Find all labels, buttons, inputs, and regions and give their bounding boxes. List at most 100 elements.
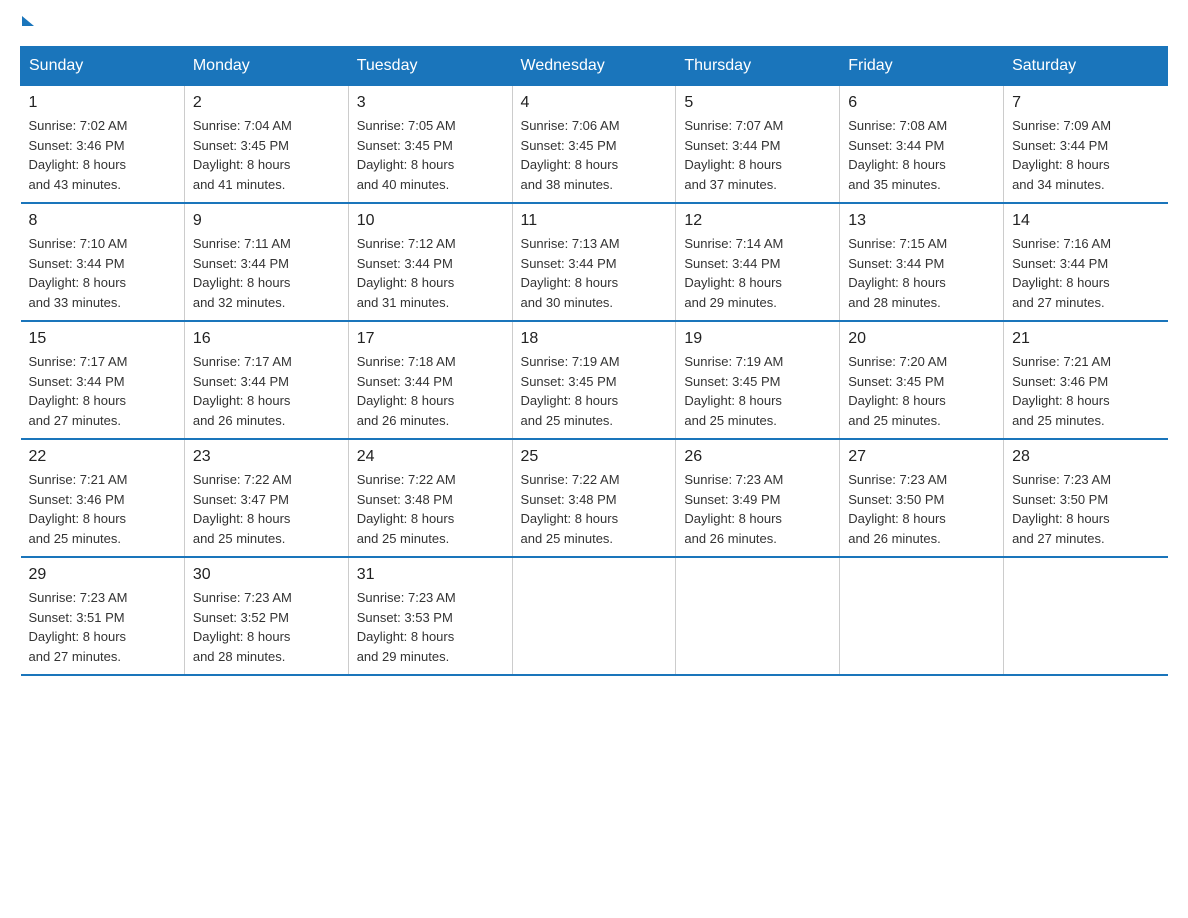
day-info: Sunrise: 7:14 AMSunset: 3:44 PMDaylight:… [684,234,831,312]
calendar-week-row: 8 Sunrise: 7:10 AMSunset: 3:44 PMDayligh… [21,203,1168,321]
day-info: Sunrise: 7:17 AMSunset: 3:44 PMDaylight:… [193,352,340,430]
day-number: 18 [521,330,668,348]
calendar-day-cell: 12 Sunrise: 7:14 AMSunset: 3:44 PMDaylig… [676,203,840,321]
day-number: 8 [29,212,176,230]
calendar-day-cell [840,557,1004,675]
day-info: Sunrise: 7:10 AMSunset: 3:44 PMDaylight:… [29,234,176,312]
day-number: 26 [684,448,831,466]
day-info: Sunrise: 7:09 AMSunset: 3:44 PMDaylight:… [1012,116,1159,194]
day-number: 3 [357,94,504,112]
day-info: Sunrise: 7:20 AMSunset: 3:45 PMDaylight:… [848,352,995,430]
day-of-week-header: Friday [840,47,1004,86]
day-number: 9 [193,212,340,230]
day-info: Sunrise: 7:23 AMSunset: 3:49 PMDaylight:… [684,470,831,548]
calendar-table: SundayMondayTuesdayWednesdayThursdayFrid… [20,46,1168,676]
day-of-week-header: Tuesday [348,47,512,86]
day-number: 14 [1012,212,1159,230]
day-number: 12 [684,212,831,230]
day-number: 10 [357,212,504,230]
day-info: Sunrise: 7:15 AMSunset: 3:44 PMDaylight:… [848,234,995,312]
day-info: Sunrise: 7:05 AMSunset: 3:45 PMDaylight:… [357,116,504,194]
calendar-day-cell: 21 Sunrise: 7:21 AMSunset: 3:46 PMDaylig… [1004,321,1168,439]
calendar-day-cell: 8 Sunrise: 7:10 AMSunset: 3:44 PMDayligh… [21,203,185,321]
day-info: Sunrise: 7:16 AMSunset: 3:44 PMDaylight:… [1012,234,1159,312]
calendar-day-cell: 16 Sunrise: 7:17 AMSunset: 3:44 PMDaylig… [184,321,348,439]
day-info: Sunrise: 7:22 AMSunset: 3:48 PMDaylight:… [357,470,504,548]
day-info: Sunrise: 7:02 AMSunset: 3:46 PMDaylight:… [29,116,176,194]
day-info: Sunrise: 7:06 AMSunset: 3:45 PMDaylight:… [521,116,668,194]
day-info: Sunrise: 7:04 AMSunset: 3:45 PMDaylight:… [193,116,340,194]
calendar-day-cell: 25 Sunrise: 7:22 AMSunset: 3:48 PMDaylig… [512,439,676,557]
calendar-header-row: SundayMondayTuesdayWednesdayThursdayFrid… [21,47,1168,86]
calendar-day-cell [1004,557,1168,675]
calendar-day-cell: 5 Sunrise: 7:07 AMSunset: 3:44 PMDayligh… [676,86,840,204]
day-number: 1 [29,94,176,112]
day-of-week-header: Thursday [676,47,840,86]
logo-triangle-icon [22,16,34,26]
day-number: 4 [521,94,668,112]
calendar-day-cell: 28 Sunrise: 7:23 AMSunset: 3:50 PMDaylig… [1004,439,1168,557]
day-number: 23 [193,448,340,466]
day-of-week-header: Wednesday [512,47,676,86]
day-info: Sunrise: 7:18 AMSunset: 3:44 PMDaylight:… [357,352,504,430]
calendar-day-cell: 10 Sunrise: 7:12 AMSunset: 3:44 PMDaylig… [348,203,512,321]
day-number: 13 [848,212,995,230]
day-number: 19 [684,330,831,348]
calendar-day-cell: 30 Sunrise: 7:23 AMSunset: 3:52 PMDaylig… [184,557,348,675]
calendar-day-cell: 27 Sunrise: 7:23 AMSunset: 3:50 PMDaylig… [840,439,1004,557]
calendar-day-cell: 9 Sunrise: 7:11 AMSunset: 3:44 PMDayligh… [184,203,348,321]
calendar-day-cell: 11 Sunrise: 7:13 AMSunset: 3:44 PMDaylig… [512,203,676,321]
calendar-day-cell: 29 Sunrise: 7:23 AMSunset: 3:51 PMDaylig… [21,557,185,675]
day-info: Sunrise: 7:23 AMSunset: 3:50 PMDaylight:… [1012,470,1159,548]
day-number: 30 [193,566,340,584]
calendar-day-cell: 20 Sunrise: 7:20 AMSunset: 3:45 PMDaylig… [840,321,1004,439]
day-info: Sunrise: 7:19 AMSunset: 3:45 PMDaylight:… [521,352,668,430]
day-info: Sunrise: 7:23 AMSunset: 3:51 PMDaylight:… [29,588,176,666]
day-info: Sunrise: 7:19 AMSunset: 3:45 PMDaylight:… [684,352,831,430]
day-info: Sunrise: 7:08 AMSunset: 3:44 PMDaylight:… [848,116,995,194]
day-number: 24 [357,448,504,466]
day-info: Sunrise: 7:11 AMSunset: 3:44 PMDaylight:… [193,234,340,312]
day-number: 2 [193,94,340,112]
day-info: Sunrise: 7:22 AMSunset: 3:48 PMDaylight:… [521,470,668,548]
day-info: Sunrise: 7:12 AMSunset: 3:44 PMDaylight:… [357,234,504,312]
calendar-day-cell: 17 Sunrise: 7:18 AMSunset: 3:44 PMDaylig… [348,321,512,439]
day-number: 27 [848,448,995,466]
day-number: 11 [521,212,668,230]
calendar-day-cell: 19 Sunrise: 7:19 AMSunset: 3:45 PMDaylig… [676,321,840,439]
day-number: 31 [357,566,504,584]
day-number: 7 [1012,94,1159,112]
day-number: 6 [848,94,995,112]
calendar-week-row: 1 Sunrise: 7:02 AMSunset: 3:46 PMDayligh… [21,86,1168,204]
day-info: Sunrise: 7:21 AMSunset: 3:46 PMDaylight:… [1012,352,1159,430]
calendar-day-cell: 23 Sunrise: 7:22 AMSunset: 3:47 PMDaylig… [184,439,348,557]
day-info: Sunrise: 7:23 AMSunset: 3:52 PMDaylight:… [193,588,340,666]
calendar-day-cell: 22 Sunrise: 7:21 AMSunset: 3:46 PMDaylig… [21,439,185,557]
calendar-day-cell: 15 Sunrise: 7:17 AMSunset: 3:44 PMDaylig… [21,321,185,439]
day-number: 22 [29,448,176,466]
calendar-week-row: 15 Sunrise: 7:17 AMSunset: 3:44 PMDaylig… [21,321,1168,439]
day-number: 29 [29,566,176,584]
calendar-day-cell: 18 Sunrise: 7:19 AMSunset: 3:45 PMDaylig… [512,321,676,439]
calendar-day-cell: 3 Sunrise: 7:05 AMSunset: 3:45 PMDayligh… [348,86,512,204]
day-info: Sunrise: 7:07 AMSunset: 3:44 PMDaylight:… [684,116,831,194]
calendar-day-cell [512,557,676,675]
day-number: 28 [1012,448,1159,466]
logo [20,20,34,26]
calendar-day-cell: 6 Sunrise: 7:08 AMSunset: 3:44 PMDayligh… [840,86,1004,204]
day-info: Sunrise: 7:17 AMSunset: 3:44 PMDaylight:… [29,352,176,430]
day-of-week-header: Monday [184,47,348,86]
calendar-week-row: 22 Sunrise: 7:21 AMSunset: 3:46 PMDaylig… [21,439,1168,557]
day-number: 17 [357,330,504,348]
calendar-day-cell: 1 Sunrise: 7:02 AMSunset: 3:46 PMDayligh… [21,86,185,204]
calendar-day-cell: 26 Sunrise: 7:23 AMSunset: 3:49 PMDaylig… [676,439,840,557]
calendar-day-cell [676,557,840,675]
day-info: Sunrise: 7:23 AMSunset: 3:50 PMDaylight:… [848,470,995,548]
page-header [20,20,1168,26]
calendar-day-cell: 4 Sunrise: 7:06 AMSunset: 3:45 PMDayligh… [512,86,676,204]
day-number: 15 [29,330,176,348]
calendar-day-cell: 7 Sunrise: 7:09 AMSunset: 3:44 PMDayligh… [1004,86,1168,204]
day-of-week-header: Sunday [21,47,185,86]
calendar-day-cell: 13 Sunrise: 7:15 AMSunset: 3:44 PMDaylig… [840,203,1004,321]
day-of-week-header: Saturday [1004,47,1168,86]
